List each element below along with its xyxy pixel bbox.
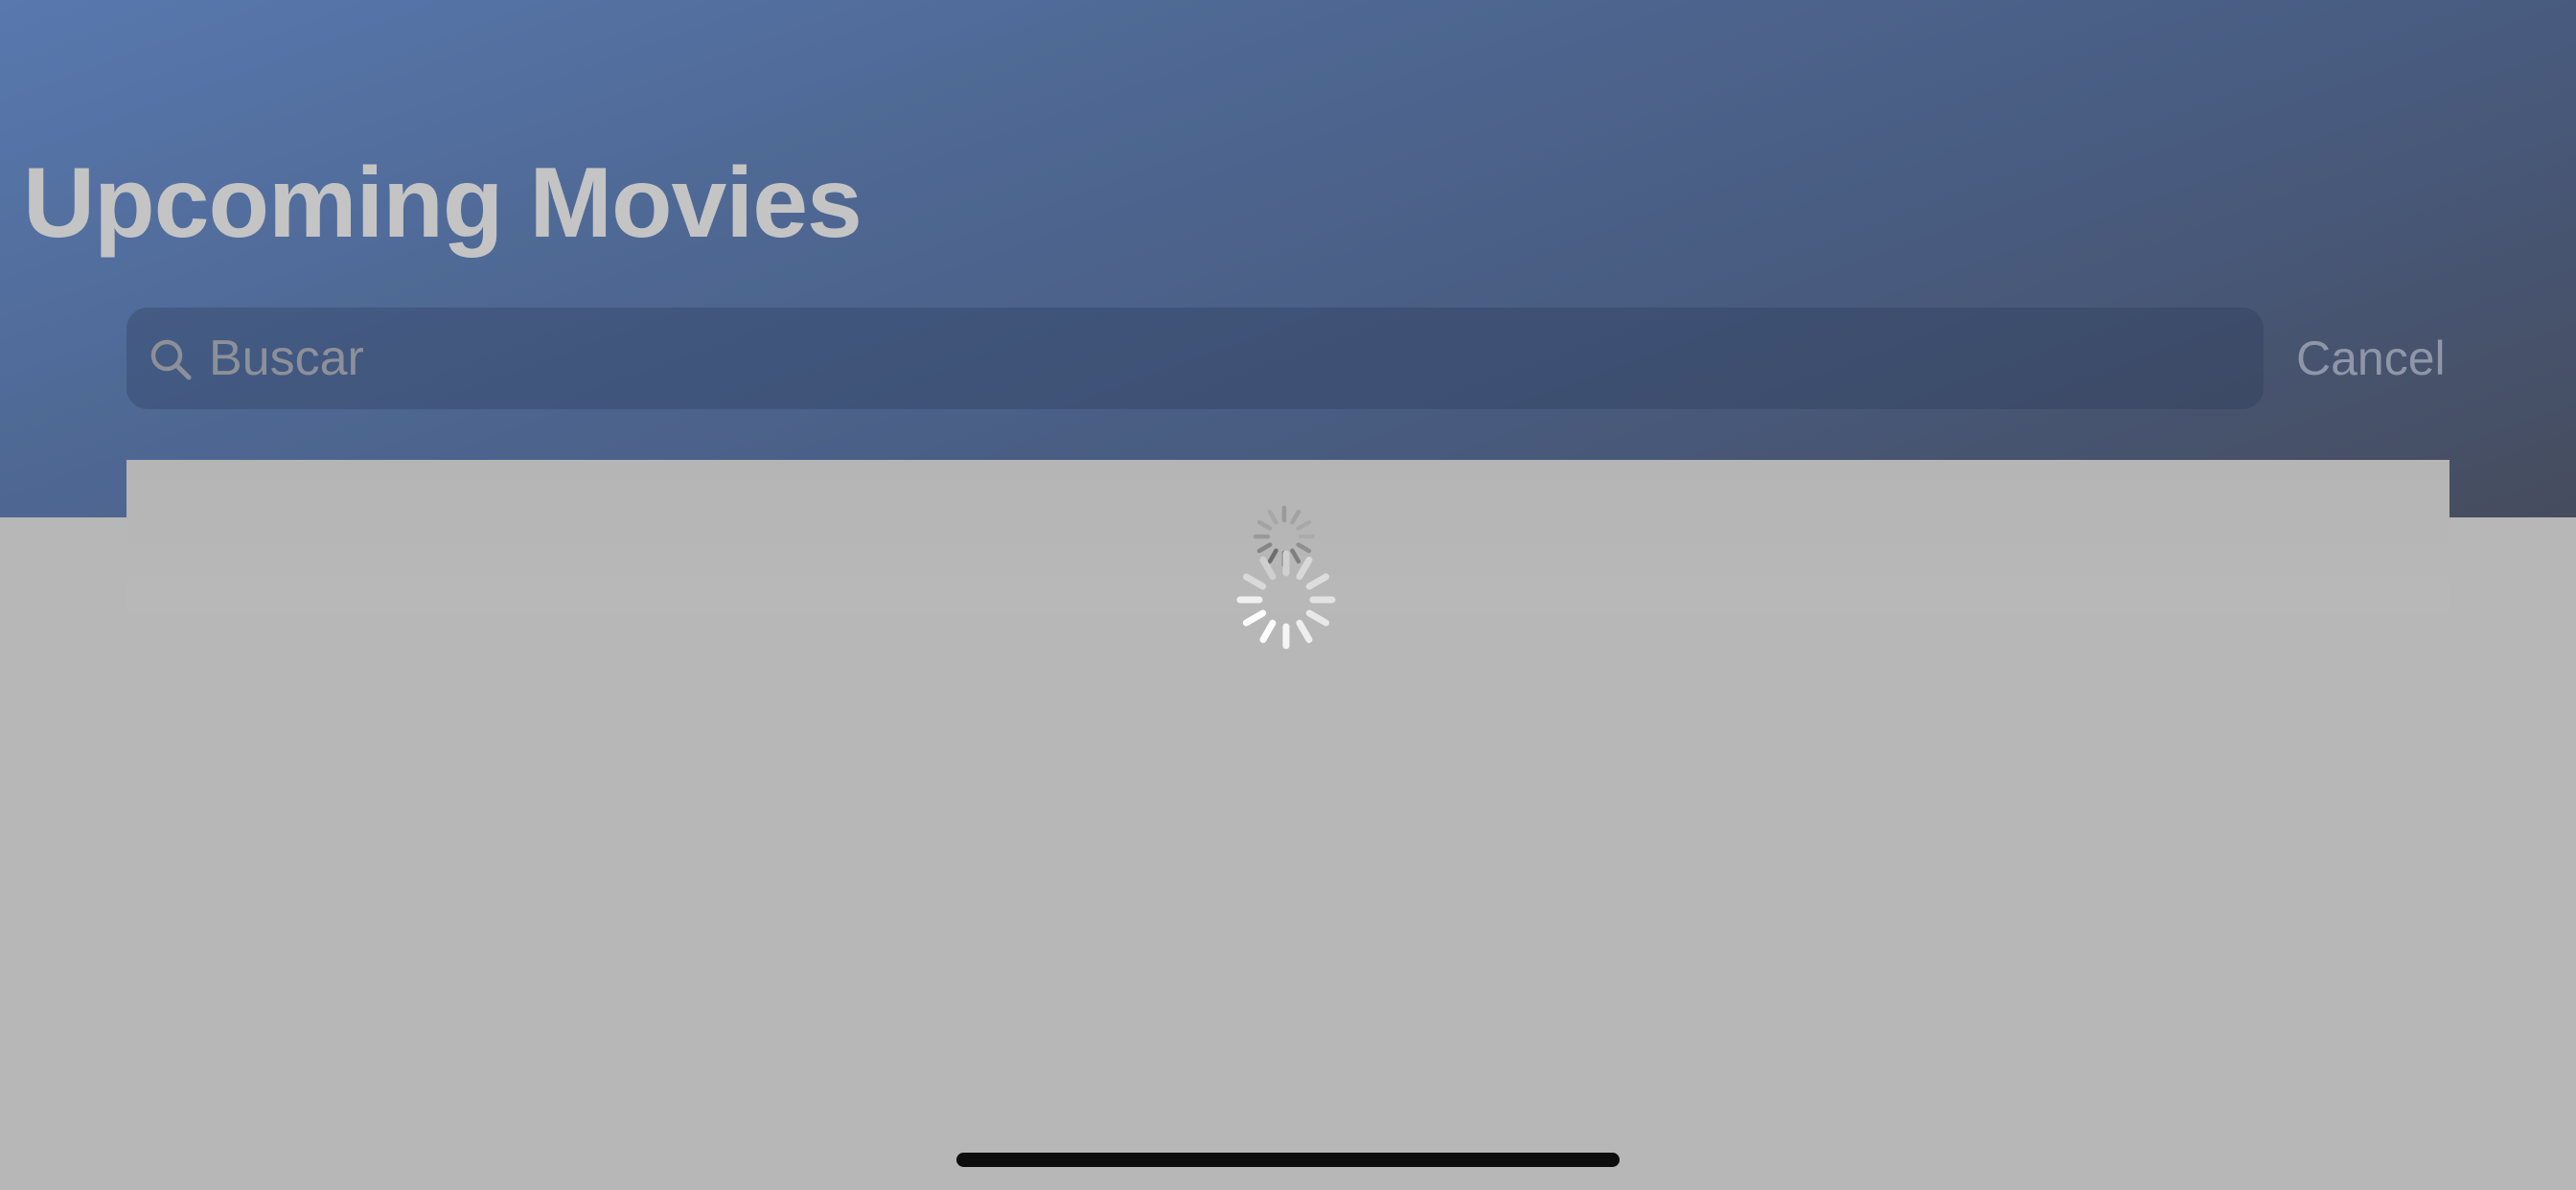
spinner-spoke [1290, 509, 1301, 525]
search-icon [150, 339, 192, 380]
spinner-spoke [1305, 573, 1330, 590]
spinner-spoke [1267, 509, 1278, 525]
spinner-spoke [1259, 556, 1276, 581]
page-title: Upcoming Movies [23, 148, 862, 259]
home-indicator [956, 1153, 1620, 1167]
spinner-spoke [1256, 519, 1273, 531]
spinner-spoke [1296, 619, 1313, 644]
loading-spinner-icon [1236, 550, 1336, 650]
search-input[interactable] [209, 308, 2221, 409]
app-screen: Upcoming Movies Cancel [0, 0, 2576, 1190]
spinner-spoke [1296, 556, 1313, 581]
spinner-spoke [1242, 609, 1267, 627]
cancel-button[interactable]: Cancel [2296, 308, 2446, 409]
spinner-spoke [1305, 609, 1330, 627]
spinner-spoke [1259, 619, 1276, 644]
spinner-spoke [1242, 573, 1267, 590]
spinner-spoke [1296, 519, 1312, 531]
search-field[interactable] [126, 308, 2264, 409]
